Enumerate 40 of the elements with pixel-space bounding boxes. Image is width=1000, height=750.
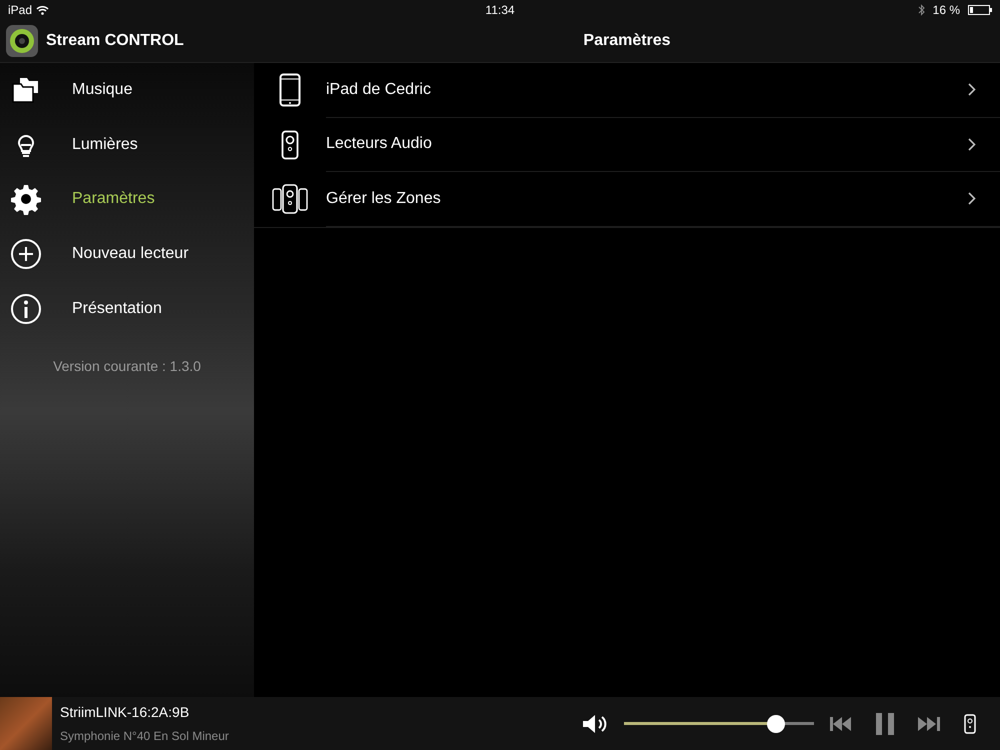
track-title: Symphonie N°40 En Sol Mineur [60, 728, 230, 745]
version-text: Version courante : 1.3.0 [52, 356, 202, 376]
volume-icon[interactable] [582, 714, 608, 734]
sidebar-item[interactable]: Nouveau lecteur [0, 226, 254, 282]
sidebar-item[interactable]: Lumières [0, 118, 254, 172]
settings-row[interactable]: iPad de Cedric [254, 63, 1000, 118]
next-icon[interactable] [918, 716, 940, 730]
speakers-icon [272, 184, 308, 214]
row-label: Lecteurs Audio [326, 134, 432, 154]
chevron-icon [968, 138, 976, 151]
volume-slider[interactable] [624, 714, 814, 732]
battery-percent: 16 % [932, 2, 960, 19]
volume-thumb[interactable] [767, 714, 785, 732]
gear-icon [10, 183, 42, 216]
sidebar-item[interactable]: Musique [0, 63, 254, 118]
row-label: Gérer les Zones [326, 188, 441, 209]
sidebar-item[interactable]: Paramètres [0, 172, 254, 227]
chevron-icon [968, 83, 976, 96]
tablet-icon [279, 73, 301, 108]
pause-icon[interactable] [876, 712, 894, 734]
battery-icon [968, 5, 992, 15]
previous-icon[interactable] [830, 716, 852, 730]
speaker-icon[interactable] [964, 714, 976, 734]
speaker-icon [281, 130, 299, 160]
row-label: iPad de Cedric [326, 80, 431, 100]
device-name: iPad [8, 2, 32, 19]
sidebar-item[interactable]: Présentation [0, 281, 254, 336]
bluetooth-icon [918, 4, 925, 16]
device-name-text: StriimLINK-16:2A:9B [60, 703, 190, 722]
album-art-placeholder [0, 697, 52, 750]
settings-row[interactable]: Gérer les Zones [254, 172, 1000, 227]
plus-circle-icon [10, 238, 42, 270]
app-title: Stream CONTROL [46, 31, 184, 51]
chevron-icon [968, 192, 976, 206]
page-title: Paramètres [583, 32, 671, 49]
status-time: 11:34 [485, 3, 515, 17]
info-icon [10, 292, 42, 325]
app-logo-icon [6, 25, 38, 57]
wifi-icon [36, 5, 50, 15]
settings-row[interactable]: Lecteurs Audio [254, 118, 1000, 172]
